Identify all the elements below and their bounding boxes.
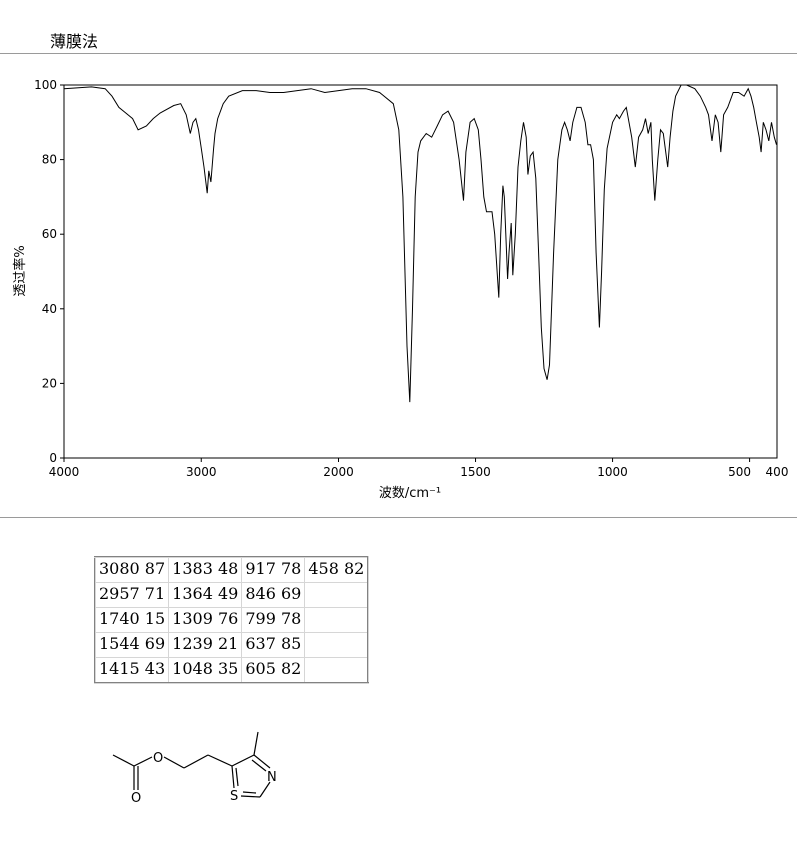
method-label: 薄膜法: [50, 32, 99, 51]
x-tick-label: 1500: [460, 465, 491, 479]
peak-cell: 799 78: [241, 607, 306, 633]
x-axis-end-label: 400: [766, 465, 789, 479]
peak-cell: 846 69: [241, 582, 306, 608]
peak-cell: 605 82: [241, 657, 306, 684]
peak-cell: 458 82: [304, 556, 369, 583]
y-tick-label: 40: [42, 302, 57, 316]
peak-cell: [304, 657, 369, 684]
table-row: 1740 15 1309 76 799 78: [94, 607, 369, 633]
divider-top: [0, 53, 797, 54]
peak-cell: [304, 607, 369, 633]
x-axis-label: 波数/cm⁻¹: [379, 486, 441, 501]
x-axis-ticks: 4000 3000 2000 1500 1000 500: [49, 458, 751, 479]
peak-cell: 1383 48: [168, 556, 243, 583]
peak-cell: 1364 49: [168, 582, 243, 608]
x-tick-label: 1000: [597, 465, 628, 479]
x-tick-label: 2000: [323, 465, 354, 479]
peak-cell: 1415 43: [94, 657, 170, 684]
peak-cell: 1239 21: [168, 632, 243, 658]
spectrum-line: [63, 84, 777, 403]
peak-table: 3080 87 1383 48 917 78 458 82 2957 71 1364 49…: [94, 556, 370, 684]
peak-cell: 3080 87: [94, 556, 170, 583]
atom-S: S: [230, 789, 238, 804]
peak-cell: [304, 632, 369, 658]
ir-spectrum-chart: 0 20 40 60 80 100 4000 3000 2000 1500 1000 500 400…: [12, 78, 789, 501]
peak-cell: 917 78: [241, 556, 306, 583]
peak-cell: 1544 69: [94, 632, 170, 658]
y-axis-ticks: 0 20 40 60 80 100: [34, 78, 64, 465]
peak-cell: 1048 35: [168, 657, 243, 684]
table-row: 2957 71 1364 49 846 69: [94, 582, 369, 608]
peak-cell: 2957 71: [94, 582, 170, 608]
y-tick-label: 100: [34, 78, 57, 92]
y-tick-label: 0: [49, 451, 57, 465]
y-tick-label: 60: [42, 227, 57, 241]
peak-cell: 1740 15: [94, 607, 170, 633]
chemical-structure: O O S N: [112, 731, 277, 806]
atom-N: N: [267, 770, 277, 785]
y-axis-label: 透过率%: [12, 245, 28, 296]
peak-cell: 637 85: [241, 632, 306, 658]
table-row: 1415 43 1048 35 605 82: [94, 657, 369, 684]
peak-cell: [304, 582, 369, 608]
atom-O-carbonyl: O: [131, 791, 141, 806]
table-row: 3080 87 1383 48 917 78 458 82: [94, 556, 369, 583]
x-tick-label: 3000: [186, 465, 217, 479]
y-tick-label: 80: [42, 153, 57, 167]
x-tick-label: 500: [728, 465, 751, 479]
peak-cell: 1309 76: [168, 607, 243, 633]
y-tick-label: 20: [42, 376, 57, 390]
x-tick-label: 4000: [49, 465, 80, 479]
atom-O-ester: O: [153, 751, 163, 766]
table-row: 1544 69 1239 21 637 85: [94, 632, 369, 658]
divider-bottom: [0, 517, 797, 518]
